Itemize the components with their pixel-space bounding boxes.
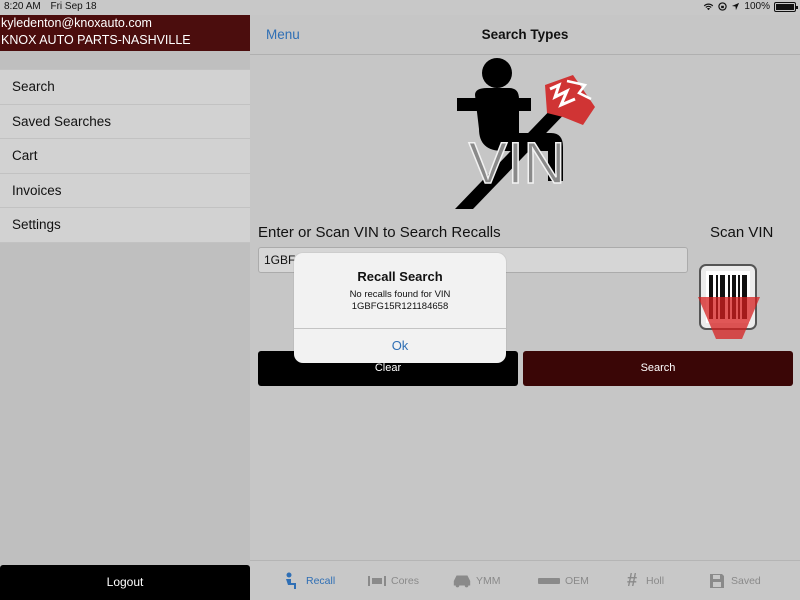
menu-button[interactable]: Menu <box>266 27 300 42</box>
sidebar-item-search[interactable]: Search <box>0 70 250 105</box>
seatbelt-airbag-icon: VIN <box>455 58 595 209</box>
barcode-scan-icon[interactable] <box>698 263 760 343</box>
scan-vin-label: Scan VIN <box>710 224 774 241</box>
rotation-lock-icon <box>718 2 728 11</box>
search-button[interactable]: Search <box>523 351 793 386</box>
account-email: kyledenton@knoxauto.com <box>1 16 152 30</box>
nav-bar: Search Types Menu <box>250 15 800 55</box>
store-name: KNOX AUTO PARTS-NASHVILLE <box>1 33 191 47</box>
account-header: kyledenton@knoxauto.com KNOX AUTO PARTS-… <box>0 15 250 51</box>
status-time: 8:20 AM <box>4 1 41 12</box>
car-icon <box>452 571 472 591</box>
sidebar: kyledenton@knoxauto.com KNOX AUTO PARTS-… <box>0 15 250 600</box>
tab-saved[interactable]: Saved <box>707 561 792 600</box>
location-arrow-icon <box>732 2 740 11</box>
tab-ymm[interactable]: YMM <box>452 561 537 600</box>
battery-percent: 100% <box>744 1 770 12</box>
floppy-icon <box>707 571 727 591</box>
dialog-title: Recall Search <box>357 269 443 284</box>
tab-holl[interactable]: # Holl <box>622 561 707 600</box>
page-title: Search Types <box>481 27 569 42</box>
tab-label: Recall <box>306 574 336 587</box>
tab-label: Cores <box>391 574 420 587</box>
status-date: Fri Sep 18 <box>50 1 97 12</box>
hash-icon: # <box>626 570 637 590</box>
ok-button[interactable]: Ok <box>294 329 506 363</box>
tab-label: Saved <box>731 574 761 587</box>
sidebar-item-invoices[interactable]: Invoices <box>0 174 250 208</box>
tab-recall[interactable]: Recall <box>282 561 367 600</box>
sidebar-item-saved-searches[interactable]: Saved Searches <box>0 105 250 139</box>
tab-oem[interactable]: OEM <box>537 561 622 600</box>
battery-icon <box>774 1 798 12</box>
wifi-icon <box>704 3 714 11</box>
dialog-message-vin: 1GBFG15R121184658 <box>351 301 449 312</box>
dialog-message-line1: No recalls found for VIN <box>349 289 451 300</box>
dialog-message: No recalls found for VIN 1GBFG15R1211846… <box>294 289 506 313</box>
tab-cores[interactable]: Cores <box>367 561 452 600</box>
tab-label: YMM <box>476 574 501 587</box>
vin-label: Enter or Scan VIN to Search Recalls <box>258 224 501 241</box>
recall-seat-icon <box>282 571 302 591</box>
logout-button[interactable]: Logout <box>0 565 250 600</box>
cores-icon <box>367 571 387 591</box>
sidebar-menu: Search Saved Searches Cart Invoices Sett… <box>0 69 250 243</box>
status-bar: 8:20 AM Fri Sep 18 100% <box>0 0 800 15</box>
sidebar-item-settings[interactable]: Settings <box>0 208 250 243</box>
sidebar-item-cart[interactable]: Cart <box>0 139 250 174</box>
tab-label: Holl <box>646 574 665 587</box>
oem-number-icon <box>537 571 561 591</box>
tab-label: OEM <box>565 574 589 587</box>
tab-bar: Recall Cores YMM OEM # Holl Saved <box>250 560 800 600</box>
recall-alert-dialog: Recall Search No recalls found for VIN 1… <box>294 253 506 363</box>
vin-logo-text: VIN <box>469 131 566 196</box>
